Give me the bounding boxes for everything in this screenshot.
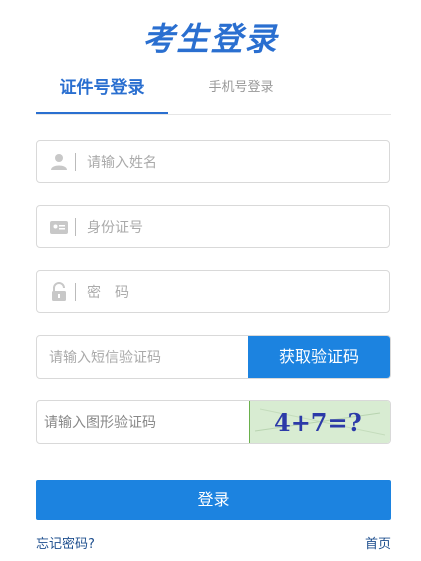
name-input[interactable] xyxy=(85,149,379,177)
captcha-image[interactable]: 4+7=? xyxy=(249,401,390,443)
captcha-input[interactable] xyxy=(42,410,246,436)
password-input[interactable] xyxy=(85,279,379,307)
login-button[interactable]: 登录 xyxy=(36,480,391,520)
sms-code-input[interactable] xyxy=(47,345,241,371)
field-separator xyxy=(75,153,76,171)
captcha-field: 4+7=? xyxy=(36,400,391,444)
name-field xyxy=(36,140,390,183)
get-code-button[interactable]: 获取验证码 xyxy=(248,336,390,378)
tab-id-login[interactable]: 证件号登录 xyxy=(36,72,168,114)
captcha-text: 4+7=? xyxy=(274,408,362,437)
tab-phone-login[interactable]: 手机号登录 xyxy=(186,72,296,114)
password-field xyxy=(36,270,390,313)
id-card-icon xyxy=(50,221,68,234)
forgot-password-link[interactable]: 忘记密码? xyxy=(36,533,95,552)
home-link[interactable]: 首页 xyxy=(365,533,391,552)
sms-code-field: 获取验证码 xyxy=(36,335,391,379)
page-title: 考生登录 xyxy=(142,20,279,58)
field-separator xyxy=(75,218,76,236)
id-number-input[interactable] xyxy=(85,214,379,242)
login-tabs: 证件号登录 手机号登录 xyxy=(36,72,391,115)
field-separator xyxy=(75,283,76,301)
user-icon xyxy=(51,154,67,170)
id-number-field xyxy=(36,205,390,248)
lock-icon xyxy=(52,282,66,301)
